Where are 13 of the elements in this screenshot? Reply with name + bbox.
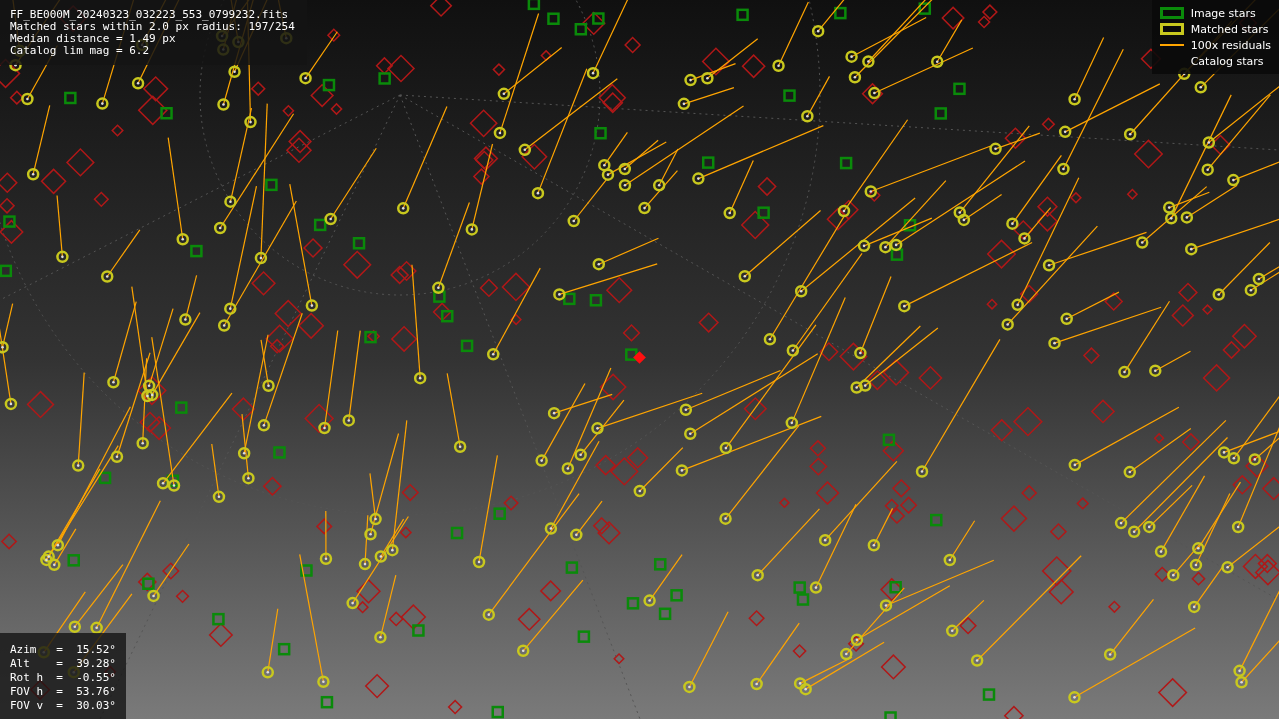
info-text: FF_BE000M_20240323_032223_553_0799232.fits [10, 9, 290, 21]
info-text: Median distance = 1.49 px [10, 33, 177, 45]
legend-label: 100x residuals [1190, 38, 1271, 52]
info-text: Catalog lim mag = 6.2 [10, 45, 151, 57]
param-text: FOV v = 30.03° [10, 699, 116, 713]
legend-label: Image stars [1190, 6, 1256, 20]
param-text: Azim = 15.52° [10, 643, 116, 657]
param-text: Alt = 39.28° [10, 657, 116, 671]
legend-label: Catalog stars [1190, 54, 1264, 68]
param-text: Rot h = -0.55° [10, 671, 116, 685]
legend-label: Matched stars [1190, 22, 1269, 36]
info-text: Matched stars within 2.0 px radius: 197/254 [10, 21, 295, 33]
param-text: FOV h = 53.76° [10, 685, 116, 699]
